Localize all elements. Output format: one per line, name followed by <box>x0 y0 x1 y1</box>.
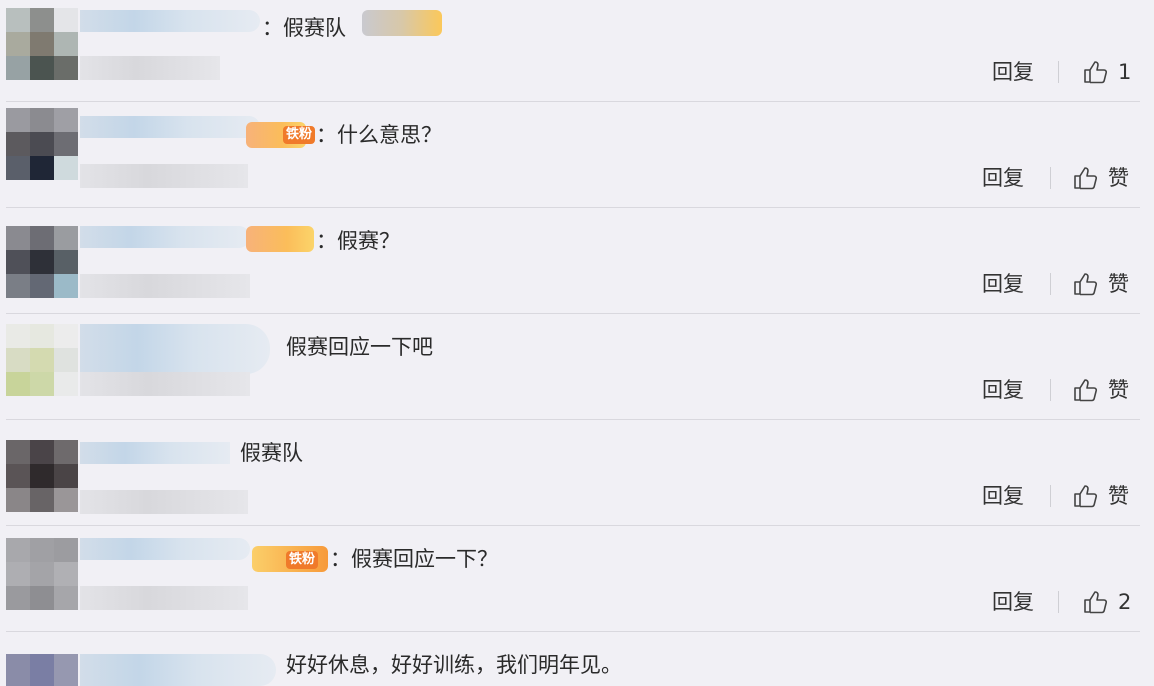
like-label: 赞 <box>1108 378 1129 402</box>
thumbs-up-icon <box>1074 379 1098 402</box>
comment-item: ：假赛队 回复 1 <box>0 0 1154 102</box>
action-separator <box>1058 591 1059 613</box>
reply-button[interactable]: 回复 <box>982 271 1024 297</box>
fan-badge-label: 铁粉 <box>286 551 319 569</box>
fan-badge-label: 铁粉 <box>283 126 316 144</box>
avatar[interactable] <box>6 8 78 80</box>
comment-item: 铁粉 ：假赛回应一下？ 回复 2 <box>0 526 1154 632</box>
comment-text: ：假赛队 <box>262 16 346 40</box>
thumbs-up-icon <box>1074 167 1098 190</box>
avatar[interactable] <box>6 440 78 512</box>
username-blurred[interactable] <box>80 654 276 686</box>
user-meta-blurred <box>80 490 248 514</box>
like-button[interactable]: 赞 <box>1072 271 1129 297</box>
thumbs-up-icon <box>1074 273 1098 296</box>
like-label: 赞 <box>1108 484 1129 508</box>
reply-button[interactable]: 回复 <box>982 165 1024 191</box>
like-label: 赞 <box>1108 166 1129 190</box>
like-button[interactable]: 2 <box>1082 589 1131 615</box>
comment-item: 好好休息，好好训练，我们明年见。 <box>0 632 1154 686</box>
action-separator <box>1050 379 1051 401</box>
action-separator <box>1050 167 1051 189</box>
like-label: 赞 <box>1108 272 1129 296</box>
like-count: 2 <box>1118 590 1132 614</box>
fan-badge-icon <box>362 10 442 36</box>
comment-text: 好好休息，好好训练，我们明年见。 <box>286 653 622 677</box>
like-button[interactable]: 赞 <box>1072 483 1129 509</box>
username-blurred[interactable] <box>80 538 250 560</box>
reply-button[interactable]: 回复 <box>992 59 1034 85</box>
user-meta-blurred <box>80 586 248 610</box>
like-button[interactable]: 赞 <box>1072 165 1129 191</box>
user-meta-blurred <box>80 274 250 298</box>
thumbs-up-icon <box>1074 485 1098 508</box>
reply-button[interactable]: 回复 <box>992 589 1034 615</box>
avatar[interactable] <box>6 324 78 396</box>
like-button[interactable]: 1 <box>1082 59 1131 85</box>
comment-text: 假赛队 <box>240 441 303 465</box>
user-meta-blurred <box>80 164 248 188</box>
comment-text: ：假赛？ <box>316 229 400 253</box>
avatar[interactable] <box>6 226 78 298</box>
user-meta-blurred <box>80 372 250 396</box>
avatar[interactable] <box>6 654 78 686</box>
action-separator <box>1050 273 1051 295</box>
like-count: 1 <box>1118 60 1132 84</box>
username-blurred[interactable] <box>80 116 260 138</box>
user-meta-blurred <box>80 56 220 80</box>
like-button[interactable]: 赞 <box>1072 377 1129 403</box>
comment-text: ：什么意思？ <box>316 123 442 147</box>
username-blurred[interactable] <box>80 442 230 464</box>
action-separator <box>1058 61 1059 83</box>
username-blurred[interactable] <box>80 226 250 248</box>
avatar[interactable] <box>6 538 78 610</box>
action-separator <box>1050 485 1051 507</box>
comment-item: 铁粉 ：什么意思？ 回复 赞 <box>0 102 1154 208</box>
reply-button[interactable]: 回复 <box>982 483 1024 509</box>
reply-button[interactable]: 回复 <box>982 377 1024 403</box>
username-blurred[interactable] <box>80 324 270 374</box>
comment-item: 假赛回应一下吧 回复 赞 <box>0 314 1154 420</box>
fan-badge-icon <box>246 226 314 252</box>
avatar[interactable] <box>6 108 78 180</box>
comment-item: 假赛队 回复 赞 <box>0 420 1154 526</box>
comment-item: ：假赛？ 回复 赞 <box>0 208 1154 314</box>
thumbs-up-icon <box>1084 61 1108 84</box>
thumbs-up-icon <box>1084 591 1108 614</box>
comment-text: ：假赛回应一下？ <box>330 547 498 571</box>
username-blurred[interactable] <box>80 10 260 32</box>
comment-text: 假赛回应一下吧 <box>286 335 433 359</box>
